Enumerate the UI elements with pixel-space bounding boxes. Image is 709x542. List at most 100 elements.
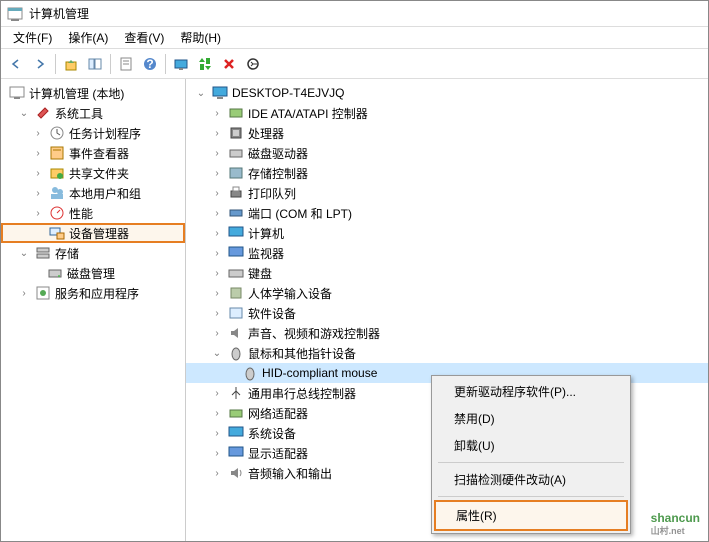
- expand-icon[interactable]: ›: [210, 166, 224, 180]
- menu-separator: [438, 496, 624, 497]
- ide-icon: [228, 105, 244, 121]
- expand-icon[interactable]: ›: [210, 446, 224, 460]
- menu-file[interactable]: 文件(F): [5, 27, 60, 48]
- tools-icon: [35, 105, 51, 121]
- collapse-icon[interactable]: ⌄: [17, 106, 31, 120]
- svg-text:?: ?: [146, 57, 153, 71]
- mouse-icon: [242, 365, 258, 381]
- dev-keyboards[interactable]: ›键盘: [186, 263, 708, 283]
- expand-icon[interactable]: ›: [210, 106, 224, 120]
- storagectl-icon: [228, 165, 244, 181]
- folder-share-icon: [49, 165, 65, 181]
- expand-icon[interactable]: ›: [17, 286, 31, 300]
- storage-icon: [35, 245, 51, 261]
- menu-action[interactable]: 操作(A): [60, 27, 116, 48]
- expand-icon[interactable]: ›: [210, 466, 224, 480]
- tree-performance[interactable]: › 性能: [1, 203, 185, 223]
- audio-icon: [228, 465, 244, 481]
- tree-taskscheduler[interactable]: › 任务计划程序: [1, 123, 185, 143]
- menu-disable[interactable]: 禁用(D): [434, 405, 628, 432]
- dev-processor[interactable]: ›处理器: [186, 123, 708, 143]
- expand-icon[interactable]: ›: [210, 286, 224, 300]
- menu-properties[interactable]: 属性(R): [434, 500, 628, 531]
- collapse-icon[interactable]: ⌄: [210, 346, 224, 360]
- network-icon: [228, 405, 244, 421]
- properties-button[interactable]: [115, 53, 137, 75]
- monitor-icon: [228, 225, 244, 241]
- menubar: 文件(F) 操作(A) 查看(V) 帮助(H): [1, 27, 708, 49]
- expand-icon[interactable]: ›: [210, 126, 224, 140]
- disable-button[interactable]: [218, 53, 240, 75]
- context-menu: 更新驱动程序软件(P)... 禁用(D) 卸载(U) 扫描检测硬件改动(A) 属…: [431, 375, 631, 534]
- expand-icon[interactable]: ›: [210, 406, 224, 420]
- tree-eventviewer[interactable]: › 事件查看器: [1, 143, 185, 163]
- dev-hid[interactable]: ›人体学输入设备: [186, 283, 708, 303]
- tree-devicemanager[interactable]: 设备管理器: [1, 223, 185, 243]
- uninstall-button[interactable]: [242, 53, 264, 75]
- tree-localusers[interactable]: › 本地用户和组: [1, 183, 185, 203]
- dev-computer[interactable]: ⌄DESKTOP-T4EJVJQ: [186, 83, 708, 103]
- expand-icon[interactable]: ›: [31, 206, 45, 220]
- toolbar: ?: [1, 49, 708, 79]
- scan-button[interactable]: [170, 53, 192, 75]
- forward-button[interactable]: [29, 53, 51, 75]
- tree-storage[interactable]: ⌄ 存储: [1, 243, 185, 263]
- dev-ports[interactable]: ›端口 (COM 和 LPT): [186, 203, 708, 223]
- keyboard-icon: [228, 265, 244, 281]
- usb-icon: [228, 385, 244, 401]
- mouse-icon: [228, 345, 244, 361]
- expand-icon[interactable]: ›: [210, 326, 224, 340]
- expand-icon[interactable]: ›: [31, 146, 45, 160]
- expand-icon[interactable]: ›: [210, 206, 224, 220]
- dev-printqueue[interactable]: ›打印队列: [186, 183, 708, 203]
- collapse-icon[interactable]: ⌄: [194, 86, 208, 100]
- expand-icon[interactable]: ›: [31, 126, 45, 140]
- dev-ide[interactable]: ›IDE ATA/ATAPI 控制器: [186, 103, 708, 123]
- expand-icon[interactable]: ›: [210, 186, 224, 200]
- dev-mice[interactable]: ⌄鼠标和其他指针设备: [186, 343, 708, 363]
- help-button[interactable]: ?: [139, 53, 161, 75]
- dev-storagectl[interactable]: ›存储控制器: [186, 163, 708, 183]
- watermark: shancun 山村.net: [651, 502, 700, 537]
- menu-update-driver[interactable]: 更新驱动程序软件(P)...: [434, 378, 628, 405]
- menu-scan-hw[interactable]: 扫描检测硬件改动(A): [434, 466, 628, 493]
- show-hide-button[interactable]: [84, 53, 106, 75]
- menu-uninstall[interactable]: 卸载(U): [434, 432, 628, 459]
- disk-icon: [47, 265, 63, 281]
- tree-root[interactable]: 计算机管理 (本地): [1, 83, 185, 103]
- collapse-icon[interactable]: ⌄: [17, 246, 31, 260]
- expand-icon[interactable]: ›: [210, 146, 224, 160]
- devmgr-icon: [49, 225, 65, 241]
- expand-icon[interactable]: ›: [31, 186, 45, 200]
- monitor-icon: [228, 245, 244, 261]
- expand-icon[interactable]: ›: [210, 426, 224, 440]
- expand-icon[interactable]: ›: [210, 246, 224, 260]
- dev-sound[interactable]: ›声音、视频和游戏控制器: [186, 323, 708, 343]
- drive-icon: [228, 145, 244, 161]
- services-icon: [35, 285, 51, 301]
- port-icon: [228, 205, 244, 221]
- tree-sharedfolders[interactable]: › 共享文件夹: [1, 163, 185, 183]
- expand-icon[interactable]: ›: [31, 166, 45, 180]
- tree-services[interactable]: › 服务和应用程序: [1, 283, 185, 303]
- expand-icon[interactable]: ›: [210, 226, 224, 240]
- pc-icon: [212, 85, 228, 101]
- up-button[interactable]: [60, 53, 82, 75]
- left-tree: 计算机管理 (本地) ⌄ 系统工具 › 任务计划程序 › 事件查看器 › 共享文…: [1, 79, 186, 541]
- dev-monitors[interactable]: ›监视器: [186, 243, 708, 263]
- sound-icon: [228, 325, 244, 341]
- titlebar: 计算机管理: [1, 1, 708, 27]
- tree-systools[interactable]: ⌄ 系统工具: [1, 103, 185, 123]
- dev-software[interactable]: ›软件设备: [186, 303, 708, 323]
- update-button[interactable]: [194, 53, 216, 75]
- menu-view[interactable]: 查看(V): [116, 27, 172, 48]
- menu-help[interactable]: 帮助(H): [172, 27, 229, 48]
- app-icon: [7, 6, 23, 22]
- expand-icon[interactable]: ›: [210, 386, 224, 400]
- expand-icon[interactable]: ›: [210, 266, 224, 280]
- back-button[interactable]: [5, 53, 27, 75]
- tree-diskmgmt[interactable]: 磁盘管理: [1, 263, 185, 283]
- dev-computers[interactable]: ›计算机: [186, 223, 708, 243]
- dev-diskdrive[interactable]: ›磁盘驱动器: [186, 143, 708, 163]
- expand-icon[interactable]: ›: [210, 306, 224, 320]
